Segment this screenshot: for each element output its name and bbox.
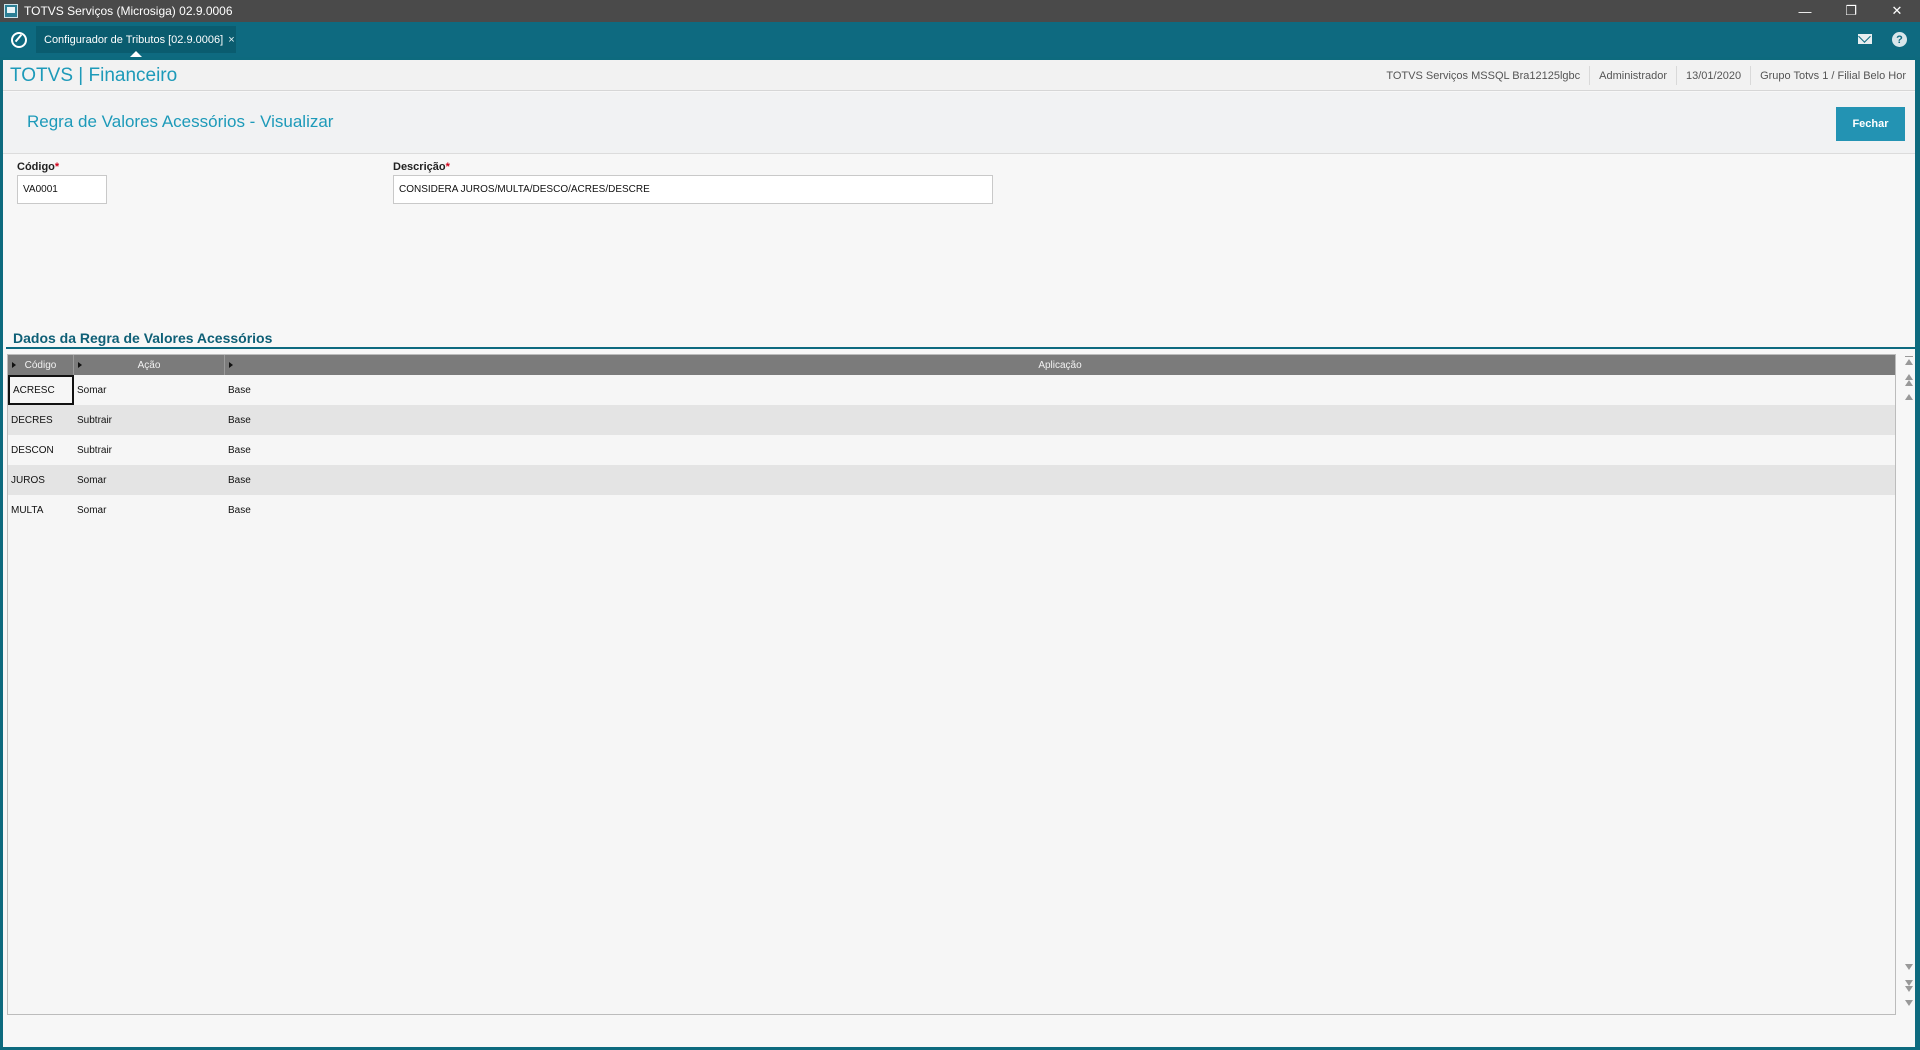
section-title: Dados da Regra de Valores Acessórios — [13, 330, 273, 346]
cell-acao[interactable]: Subtrair — [74, 405, 225, 435]
codigo-required-mark: * — [54, 161, 60, 173]
user-label: Administrador — [1589, 66, 1676, 85]
page-header: Regra de Valores Acessórios - Visualizar… — [3, 92, 1915, 154]
column-header-acao[interactable]: Ação — [74, 355, 225, 375]
table-row[interactable]: JUROS Somar Base — [8, 465, 1895, 495]
tab-close-icon[interactable]: × — [228, 34, 234, 46]
codigo-label-text: Código — [17, 161, 55, 173]
totvs-home-icon[interactable] — [11, 32, 27, 48]
tab-label: Configurador de Tributos [02.9.0006] — [44, 33, 224, 46]
window-close-button[interactable]: ✕ — [1874, 0, 1920, 22]
sort-arrow-icon — [78, 362, 82, 368]
descricao-field[interactable]: CONSIDERA JUROS/MULTA/DESCO/ACRES/DESCRE — [393, 175, 993, 204]
session-info: TOTVS Serviços MSSQL Bra12125lgbc Admini… — [1377, 60, 1915, 91]
sort-arrow-icon — [12, 362, 16, 368]
cell-codigo[interactable]: JUROS — [8, 465, 74, 495]
minimize-button[interactable]: — — [1782, 0, 1828, 22]
tab-bar: Configurador de Tributos [02.9.0006] × ? — [0, 22, 1920, 57]
date-label: 13/01/2020 — [1676, 66, 1750, 85]
table-row[interactable]: ACRESC Somar Base — [8, 375, 1895, 405]
tab-active-indicator — [130, 51, 142, 57]
cell-acao[interactable]: Somar — [74, 495, 225, 525]
window-titlebar: TOTVS Serviços (Microsiga) 02.9.0006 — ❐… — [0, 0, 1920, 22]
scroll-page-down-icon-2 — [1905, 986, 1913, 992]
app-window-icon — [4, 4, 18, 18]
column-header-codigo[interactable]: Código — [8, 355, 74, 375]
tab-configurador-de-tributos[interactable]: Configurador de Tributos [02.9.0006] × — [36, 26, 236, 57]
cell-codigo[interactable]: DECRES — [8, 405, 74, 435]
grid-header: Código Ação Aplicação — [8, 355, 1895, 375]
scroll-top-bar — [1905, 356, 1913, 357]
scroll-to-top-icon[interactable] — [1905, 359, 1913, 365]
environment-label: TOTVS Serviços MSSQL Bra12125lgbc — [1386, 69, 1581, 82]
cell-aplicacao[interactable]: Base — [225, 375, 625, 405]
scroll-page-up-icon-2 — [1905, 380, 1913, 386]
cell-aplicacao[interactable]: Base — [225, 405, 625, 435]
cell-acao[interactable]: Subtrair — [74, 435, 225, 465]
table-row[interactable]: MULTA Somar Base — [8, 495, 1895, 525]
brand-title: TOTVS | Financeiro — [10, 65, 178, 86]
table-row[interactable]: DESCON Subtrair Base — [8, 435, 1895, 465]
cell-codigo[interactable]: ACRESC — [8, 375, 74, 405]
codigo-field[interactable]: VA0001 — [17, 175, 107, 204]
descricao-label-text: Descrição — [393, 161, 446, 173]
table-row[interactable]: DECRES Subtrair Base — [8, 405, 1895, 435]
scroll-to-bottom-icon[interactable] — [1905, 1000, 1913, 1006]
cell-aplicacao[interactable]: Base — [225, 495, 625, 525]
descricao-label: Descrição* — [393, 161, 450, 173]
valores-acessorios-grid: Código Ação Aplicação ACRESC Somar Base … — [7, 354, 1896, 1015]
section-divider — [6, 347, 1915, 349]
cell-codigo[interactable]: DESCON — [8, 435, 74, 465]
help-icon[interactable]: ? — [1892, 32, 1907, 47]
column-header-label: Ação — [137, 359, 161, 371]
branch-label: Grupo Totvs 1 / Filial Belo Hor — [1750, 66, 1915, 85]
sort-arrow-icon — [229, 362, 233, 368]
codigo-label: Código* — [17, 161, 59, 173]
cell-codigo[interactable]: MULTA — [8, 495, 74, 525]
mail-icon[interactable] — [1858, 34, 1872, 44]
window-controls: — ❐ ✕ — [1782, 0, 1920, 22]
cell-aplicacao[interactable]: Base — [225, 435, 625, 465]
restore-button[interactable]: ❐ — [1828, 0, 1874, 22]
page-title: Regra de Valores Acessórios - Visualizar — [27, 112, 334, 131]
scroll-down-icon[interactable] — [1905, 964, 1913, 970]
descricao-required-mark: * — [445, 161, 450, 173]
window-title: TOTVS Serviços (Microsiga) 02.9.0006 — [24, 4, 233, 18]
cell-aplicacao[interactable]: Base — [225, 465, 625, 495]
cell-acao[interactable]: Somar — [74, 375, 225, 405]
column-header-label: Código — [24, 359, 57, 371]
cell-acao[interactable]: Somar — [74, 465, 225, 495]
fechar-button[interactable]: Fechar — [1836, 107, 1905, 141]
app-header: TOTVS | Financeiro TOTVS Serviços MSSQL … — [3, 60, 1915, 91]
column-header-aplicacao[interactable]: Aplicação — [225, 355, 1895, 375]
column-header-label: Aplicação — [1038, 359, 1082, 371]
main-content: TOTVS | Financeiro TOTVS Serviços MSSQL … — [3, 60, 1915, 1047]
grid-scrollbar[interactable] — [1903, 354, 1914, 1015]
scroll-up-icon[interactable] — [1905, 394, 1913, 400]
